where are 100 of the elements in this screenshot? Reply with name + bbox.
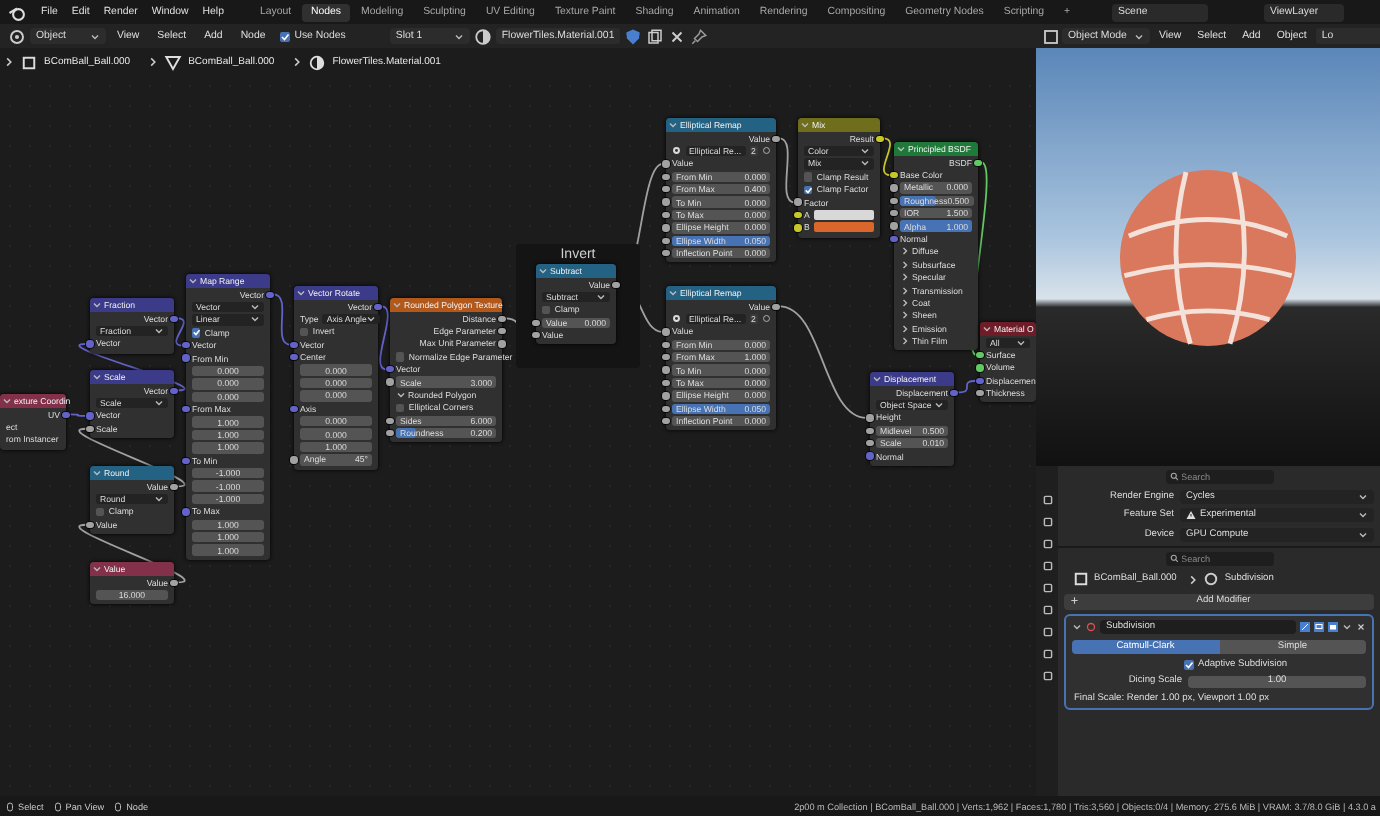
input-socket[interactable]: [794, 198, 802, 206]
mouse-icon: [6, 801, 14, 811]
checkbox[interactable]: [300, 327, 309, 337]
caret-icon: [596, 292, 606, 303]
output-socket[interactable]: [772, 135, 780, 142]
check-icon: [192, 328, 201, 338]
input-socket[interactable]: [794, 211, 802, 219]
input-socket[interactable]: [890, 235, 898, 243]
input-socket[interactable]: [662, 186, 670, 193]
color-swatch[interactable]: [813, 210, 874, 221]
caret-icon: [872, 374, 882, 384]
close-icon: [668, 27, 687, 45]
checkbox[interactable]: [396, 352, 405, 362]
input-socket[interactable]: [662, 379, 670, 387]
input-socket[interactable]: [662, 405, 670, 413]
input-socket[interactable]: [662, 224, 670, 232]
warning-icon: [1186, 510, 1196, 520]
checkbox[interactable]: [804, 185, 813, 194]
input-socket[interactable]: [890, 171, 898, 179]
output-socket[interactable]: [974, 159, 982, 166]
input-socket[interactable]: [662, 237, 670, 245]
input-socket[interactable]: [866, 440, 874, 447]
mouse-icon: [53, 801, 62, 811]
check-icon: [280, 31, 291, 41]
input-socket[interactable]: [976, 364, 984, 372]
input-socket[interactable]: [662, 173, 670, 181]
input-socket[interactable]: [386, 430, 394, 437]
caret-icon: [154, 326, 164, 337]
input-socket[interactable]: [86, 340, 94, 348]
input-socket[interactable]: [386, 417, 394, 425]
output-socket[interactable]: [876, 135, 884, 142]
edit-mode-icon: [1300, 621, 1310, 632]
caret-icon: [92, 300, 102, 310]
checkbox[interactable]: [96, 507, 105, 517]
input-socket[interactable]: [890, 197, 898, 205]
input-socket[interactable]: [976, 377, 984, 385]
cube-icon: [1072, 570, 1090, 588]
input-socket[interactable]: [794, 224, 802, 232]
output-socket[interactable]: [498, 315, 506, 322]
input-socket[interactable]: [662, 198, 670, 206]
input-socket[interactable]: [532, 332, 540, 339]
input-socket[interactable]: [976, 390, 984, 397]
input-socket[interactable]: [290, 456, 298, 464]
input-socket[interactable]: [290, 341, 298, 349]
output-socket[interactable]: [772, 303, 780, 310]
input-socket[interactable]: [890, 210, 898, 217]
input-socket[interactable]: [182, 342, 190, 349]
material-sphere-icon: [308, 53, 327, 71]
chevron-icon: [148, 56, 159, 68]
input-socket[interactable]: [662, 160, 670, 168]
caret-icon: [896, 144, 906, 154]
checkbox[interactable]: [804, 172, 813, 182]
output-socket[interactable]: [612, 281, 620, 288]
input-socket[interactable]: [662, 366, 670, 374]
input-socket[interactable]: [182, 508, 190, 516]
input-socket[interactable]: [182, 457, 190, 464]
caret-icon: [1134, 31, 1144, 41]
input-socket[interactable]: [662, 418, 670, 425]
sphere-icon: [672, 314, 681, 324]
output-socket[interactable]: [170, 579, 178, 586]
color-swatch[interactable]: [813, 222, 874, 233]
input-socket[interactable]: [86, 412, 94, 420]
caret-icon: [982, 324, 992, 334]
input-socket[interactable]: [890, 184, 898, 192]
copy-icon: [646, 27, 665, 45]
chevron-icon: [292, 56, 303, 68]
input-socket[interactable]: [662, 354, 670, 361]
input-socket[interactable]: [386, 378, 394, 386]
input-socket[interactable]: [532, 319, 540, 327]
input-socket[interactable]: [890, 222, 898, 230]
output-socket[interactable]: [498, 327, 506, 335]
caret-icon: [154, 398, 164, 409]
caret-icon: [800, 120, 810, 130]
checkbox[interactable]: [396, 403, 405, 413]
input-socket[interactable]: [866, 414, 874, 422]
display-icon: [1314, 621, 1324, 632]
close-icon: [1356, 621, 1366, 632]
input-socket[interactable]: [866, 427, 874, 435]
input-socket[interactable]: [662, 211, 670, 219]
output-socket[interactable]: [498, 340, 506, 348]
editor-type-icon: [8, 27, 26, 45]
input-socket[interactable]: [86, 521, 94, 529]
input-socket[interactable]: [182, 406, 190, 413]
input-socket[interactable]: [976, 351, 984, 359]
input-socket[interactable]: [866, 452, 874, 460]
input-socket[interactable]: [662, 328, 670, 336]
input-socket[interactable]: [182, 354, 190, 362]
input-socket[interactable]: [662, 341, 670, 349]
input-socket[interactable]: [386, 366, 394, 373]
output-socket[interactable]: [170, 483, 178, 490]
camera-icon: [1328, 621, 1338, 632]
checkbox[interactable]: [542, 305, 551, 315]
input-socket[interactable]: [290, 354, 298, 361]
input-socket[interactable]: [86, 425, 94, 433]
search-icon: [1169, 472, 1178, 482]
checkbox[interactable]: [192, 328, 201, 338]
input-socket[interactable]: [662, 392, 670, 400]
input-socket[interactable]: [662, 250, 670, 257]
input-socket[interactable]: [290, 405, 298, 413]
checkbox[interactable]: [1184, 659, 1194, 669]
